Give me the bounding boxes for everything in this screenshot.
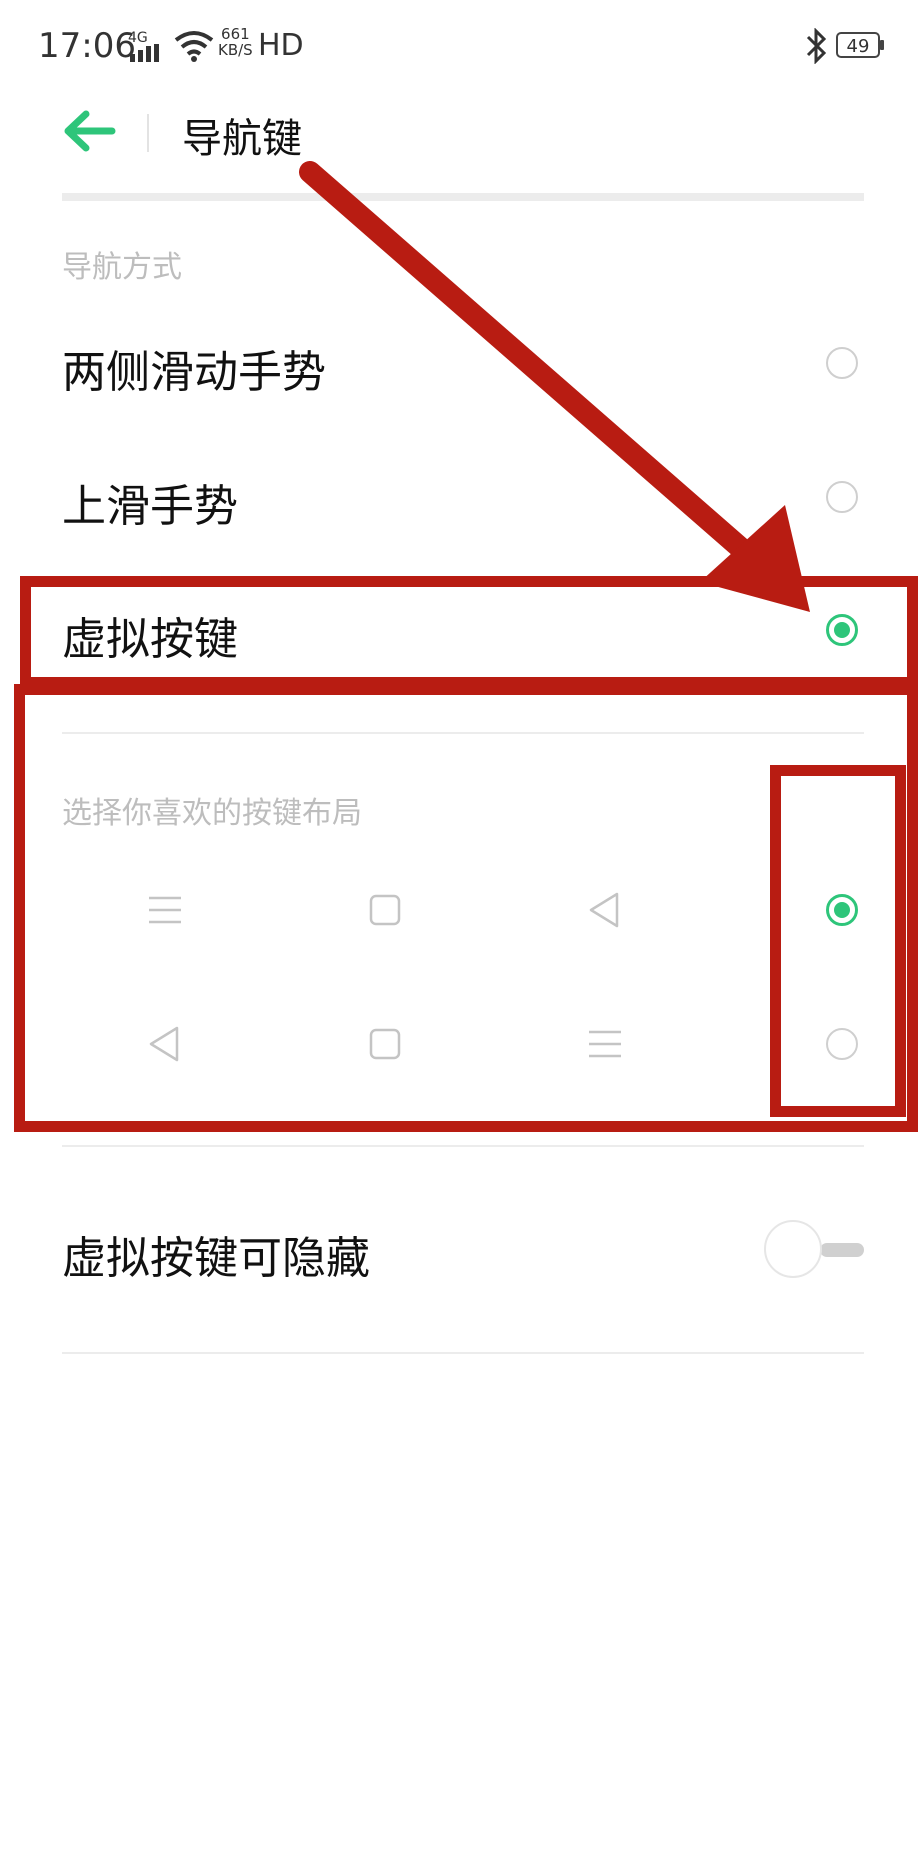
radio-swipe-up[interactable] xyxy=(826,481,858,513)
divider xyxy=(62,1145,864,1147)
page-title: 导航键 xyxy=(182,116,302,162)
annotation-box-virtual-keys xyxy=(20,576,918,688)
net-speed: 661 KB/S xyxy=(218,26,253,58)
hide-keys-toggle-track[interactable] xyxy=(820,1243,864,1257)
annotation-box-layout-radios xyxy=(770,765,906,1117)
option-label-side-swipe[interactable]: 两侧滑动手势 xyxy=(62,336,326,400)
net-speed-value: 661 xyxy=(221,25,250,43)
hide-keys-label: 虚拟按键可隐藏 xyxy=(62,1233,370,1284)
header-separator xyxy=(62,193,864,201)
hide-keys-toggle[interactable] xyxy=(764,1220,822,1278)
radio-side-swipe[interactable] xyxy=(826,347,858,379)
option-label-swipe-up[interactable]: 上滑手势 xyxy=(62,470,238,534)
divider xyxy=(62,1352,864,1354)
section-title-nav-method: 导航方式 xyxy=(62,250,182,285)
hd-label: HD xyxy=(258,28,304,63)
battery-icon: 49 xyxy=(836,32,880,58)
header-divider xyxy=(147,114,149,152)
wifi-icon xyxy=(174,31,214,62)
bluetooth-icon xyxy=(806,28,827,64)
battery-tip xyxy=(880,40,884,50)
back-arrow-icon[interactable] xyxy=(64,108,116,154)
status-time: 17:06 xyxy=(38,26,136,66)
net-speed-unit: KB/S xyxy=(218,41,253,59)
status-bar: 17:06 4G 661 KB/S HD 49 xyxy=(0,0,923,90)
signal-icon xyxy=(130,44,159,62)
